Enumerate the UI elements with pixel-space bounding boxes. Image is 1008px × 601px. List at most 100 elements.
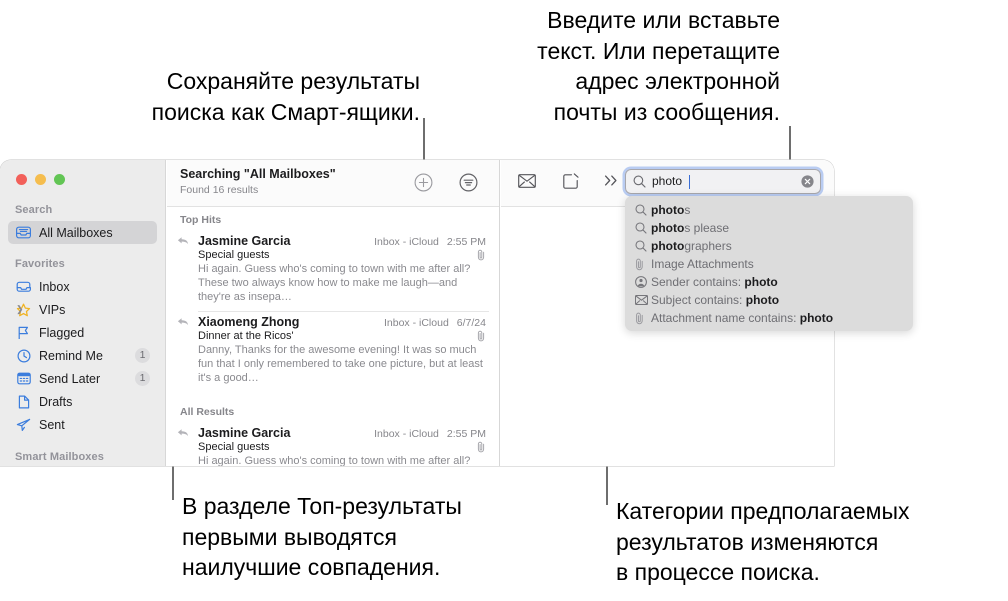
sidebar-item-label: Remind Me xyxy=(39,348,103,363)
compose-button[interactable] xyxy=(563,173,579,189)
search-icon xyxy=(635,240,651,252)
mail-button[interactable] xyxy=(518,174,536,188)
search-suggestions-dropdown: photos photos please photographers Image… xyxy=(625,196,913,331)
paperclip-icon xyxy=(635,312,651,325)
suggestion-rest: s please xyxy=(684,221,730,235)
message-snippet: Hi again. Guess who's coming to town wit… xyxy=(198,455,471,466)
sidebar: Search All Mailboxes Favorites Inbox ❯ V… xyxy=(0,160,166,466)
clock-icon xyxy=(15,348,32,363)
search-input[interactable]: photo xyxy=(652,174,682,188)
sidebar-item-sent[interactable]: Sent xyxy=(8,413,157,436)
sidebar-item-flagged[interactable]: Flagged xyxy=(8,321,157,344)
chevron-right-icon[interactable]: ❯ xyxy=(16,304,24,315)
suggestion-rest: Subject contains: xyxy=(651,293,746,307)
message-subject: Special guests xyxy=(198,249,270,261)
paperclip-icon xyxy=(477,330,486,342)
sidebar-item-badge: 1 xyxy=(135,348,150,363)
suggestion-rest: Attachment name contains: xyxy=(651,311,800,325)
save-search-button[interactable] xyxy=(414,173,433,192)
envelope-icon xyxy=(635,295,651,305)
sidebar-item-label: All Mailboxes xyxy=(39,225,113,240)
annotation-top-right: Введите или вставьте текст. Или перетащи… xyxy=(537,7,780,125)
suggestion-term: photo xyxy=(745,293,780,307)
sidebar-item-label: Inbox xyxy=(39,279,70,294)
suggestion-item[interactable]: Image Attachments xyxy=(625,255,913,273)
suggestion-term: photo xyxy=(799,311,834,325)
sidebar-item-label: Sent xyxy=(39,417,65,432)
person-icon xyxy=(635,276,651,288)
sidebar-item-vips[interactable]: ❯ VIPs xyxy=(8,298,157,321)
suggestion-item[interactable]: Attachment name contains: photo xyxy=(625,309,913,327)
paperclip-icon xyxy=(635,258,651,271)
message-row[interactable]: Xiaomeng Zhong Inbox - iCloud 6/7/24 Din… xyxy=(167,312,499,392)
message-date: 6/7/24 xyxy=(456,317,486,329)
suggestion-item[interactable]: photos xyxy=(625,201,913,219)
sidebar-item-badge: 1 xyxy=(135,371,150,386)
section-header-top-hits: Top Hits xyxy=(180,214,222,226)
flag-icon xyxy=(15,325,32,340)
annotation-bottom-right: Категории предполагаемых результатов изм… xyxy=(616,498,910,585)
message-subject: Dinner at the Ricos' xyxy=(198,330,294,342)
zoom-button[interactable] xyxy=(54,174,65,185)
sidebar-section-smart-mailboxes-header: Smart Mailboxes xyxy=(15,451,104,463)
suggestion-item[interactable]: Sender contains: photo xyxy=(625,273,913,291)
suggestion-match: photo xyxy=(651,203,685,217)
inbox-icon xyxy=(15,279,32,294)
screenshot-root: Сохраняйте результаты поиска как Смарт-я… xyxy=(0,0,1008,601)
message-sender: Jasmine Garcia xyxy=(198,234,291,248)
annotation-bottom-left: В разделе Топ-результаты первыми выводят… xyxy=(182,493,462,580)
message-snippet: Hi again. Guess who's coming to town wit… xyxy=(198,263,471,303)
message-list: Searching "All Mailboxes" Found 16 resul… xyxy=(167,160,500,466)
paperclip-icon xyxy=(477,249,486,261)
message-date: 2:55 PM xyxy=(446,236,486,248)
minimize-button[interactable] xyxy=(35,174,46,185)
message-list-toolbar: Searching "All Mailboxes" Found 16 resul… xyxy=(167,160,499,207)
suggestion-item[interactable]: photographers xyxy=(625,237,913,255)
suggestion-match: photo xyxy=(651,239,685,253)
sidebar-item-inbox[interactable]: Inbox xyxy=(8,275,157,298)
message-sender: Xiaomeng Zhong xyxy=(198,315,300,329)
sidebar-section-favorites-header: Favorites xyxy=(15,258,65,270)
suggestion-item[interactable]: Subject contains: photo xyxy=(625,291,913,309)
paperclip-icon xyxy=(477,441,486,453)
sidebar-item-drafts[interactable]: Drafts xyxy=(8,390,157,413)
search-icon xyxy=(635,222,651,234)
message-sender: Jasmine Garcia xyxy=(198,426,291,440)
more-button[interactable] xyxy=(604,174,619,187)
all-mailboxes-icon xyxy=(15,225,32,240)
message-row[interactable]: Jasmine Garcia Inbox - iCloud 2:55 PM Sp… xyxy=(167,231,499,311)
suggestion-rest: s xyxy=(684,203,691,217)
message-snippet: Danny, Thanks for the awesome evening! I… xyxy=(198,344,483,384)
message-mailbox: Inbox - iCloud xyxy=(384,317,449,329)
message-row[interactable]: Jasmine Garcia Inbox - iCloud 2:55 PM Sp… xyxy=(167,423,499,466)
calendar-icon xyxy=(15,371,32,386)
text-caret xyxy=(689,174,690,189)
message-date: 2:55 PM xyxy=(446,428,486,440)
window-controls xyxy=(16,174,65,185)
sidebar-section-search-header: Search xyxy=(15,204,53,216)
suggestion-term: photo xyxy=(744,275,778,289)
message-subject: Special guests xyxy=(198,441,270,453)
results-count: Found 16 results xyxy=(180,184,259,196)
sidebar-item-remind-me[interactable]: Remind Me 1 xyxy=(8,344,157,367)
replied-arrow-icon xyxy=(177,428,189,438)
filter-button[interactable] xyxy=(459,173,478,192)
search-icon xyxy=(635,204,651,216)
suggestion-item[interactable]: photos please xyxy=(625,219,913,237)
sidebar-item-all-mailboxes[interactable]: All Mailboxes xyxy=(8,221,157,244)
sidebar-item-label: Send Later xyxy=(39,371,101,386)
sidebar-item-label: Drafts xyxy=(39,394,73,409)
search-icon xyxy=(633,175,646,188)
clear-search-button[interactable] xyxy=(801,175,814,188)
sidebar-item-label: VIPs xyxy=(39,302,66,317)
search-scope-title: Searching "All Mailboxes" xyxy=(180,167,336,181)
document-icon xyxy=(15,394,32,409)
close-button[interactable] xyxy=(16,174,27,185)
sidebar-item-send-later[interactable]: Send Later 1 xyxy=(8,367,157,390)
replied-arrow-icon xyxy=(177,317,189,327)
replied-arrow-icon xyxy=(177,236,189,246)
paper-plane-icon xyxy=(15,417,32,432)
message-mailbox: Inbox - iCloud xyxy=(374,428,439,440)
suggestion-match: photo xyxy=(651,221,685,235)
search-field[interactable]: photo xyxy=(625,169,821,194)
